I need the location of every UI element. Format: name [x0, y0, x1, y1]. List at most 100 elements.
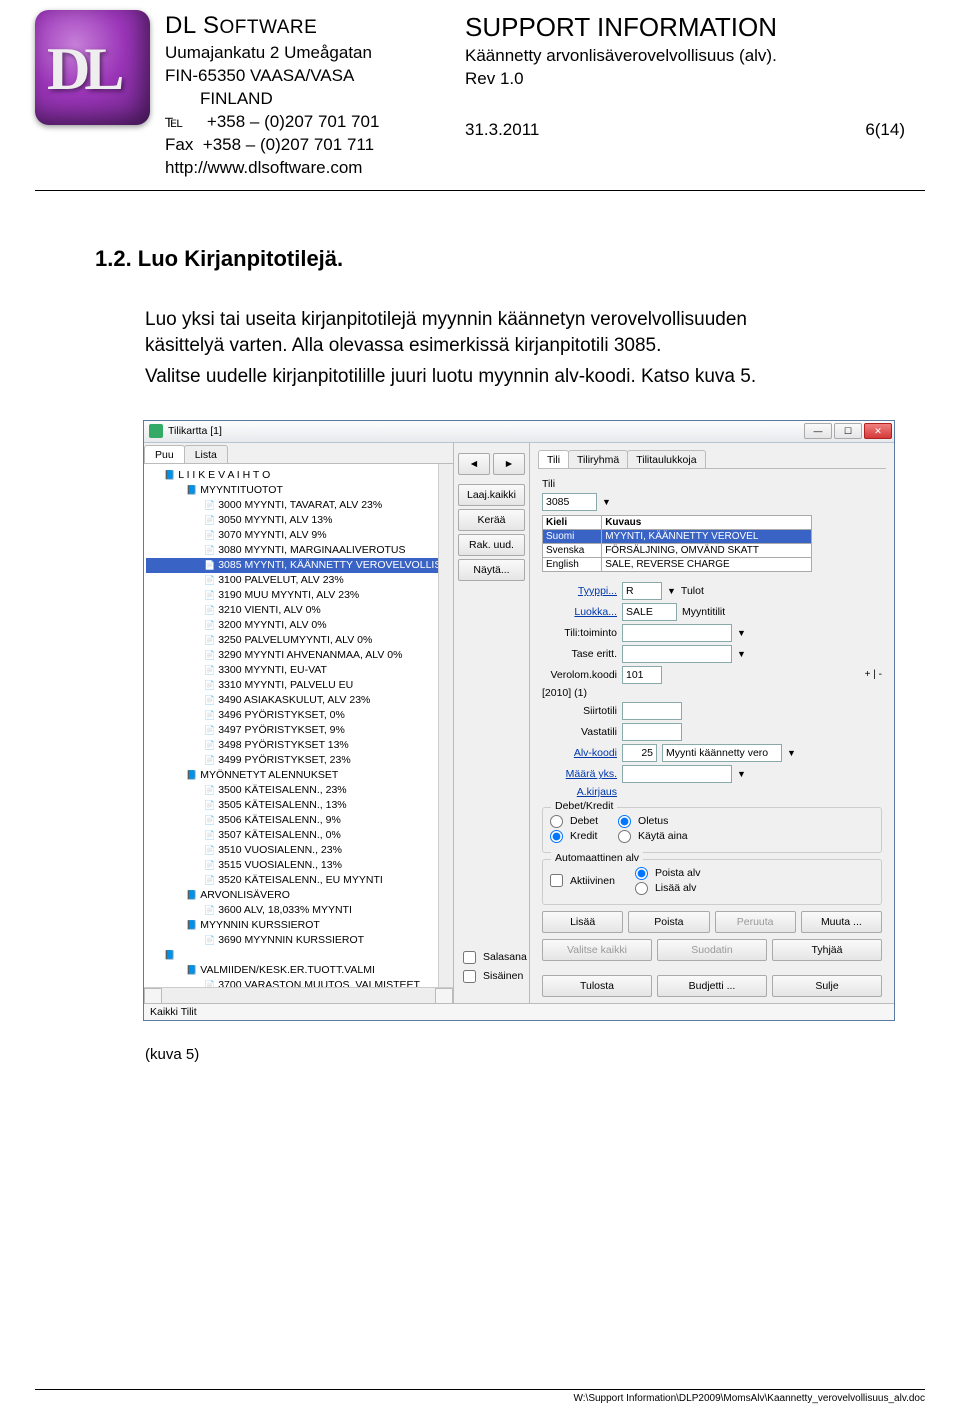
tree-row[interactable]: ARVONLISÄVERO: [146, 888, 451, 903]
tree-row[interactable]: 3498 PYÖRISTYKSET 13%: [146, 738, 451, 753]
tree-row[interactable]: 3500 KÄTEISALENN., 23%: [146, 783, 451, 798]
valitse-kaikki-button[interactable]: Valitse kaikki: [542, 939, 652, 961]
tree-row[interactable]: 3496 PYÖRISTYKSET, 0%: [146, 708, 451, 723]
alvkoodi-input[interactable]: [622, 744, 657, 762]
sisainen-checkbox[interactable]: [463, 970, 476, 983]
tree-row[interactable]: 3290 MYYNTI AHVENANMAA, ALV 0%: [146, 648, 451, 663]
table-row[interactable]: SvenskaFÖRSÄLJNING, OMVÄND SKATT: [543, 543, 812, 557]
lisaa-button[interactable]: Lisää: [542, 911, 623, 933]
aktiivinen-checkbox[interactable]: [550, 874, 563, 887]
maximize-button[interactable]: ☐: [834, 423, 862, 439]
sulje-button[interactable]: Sulje: [772, 975, 882, 997]
tree-row[interactable]: 3690 MYYNNIN KURSSIEROT: [146, 933, 451, 948]
maara-input[interactable]: [622, 765, 732, 783]
muuta-button[interactable]: Muuta ...: [801, 911, 882, 933]
tyhjaa-button[interactable]: Tyhjää: [772, 939, 882, 961]
tree-row[interactable]: 3499 PYÖRISTYKSET, 23%: [146, 753, 451, 768]
table-row[interactable]: SuomiMYYNTI, KÄÄNNETTY VEROVEL: [543, 529, 812, 543]
tree-row[interactable]: MYÖNNETYT ALENNUKSET: [146, 768, 451, 783]
debet-radio[interactable]: [550, 815, 563, 828]
kayta-aina-radio[interactable]: [618, 830, 631, 843]
window-titlebar[interactable]: Tilikartta [1] — ☐ ✕: [144, 421, 894, 443]
tree-row[interactable]: 3490 ASIAKASKULUT, ALV 23%: [146, 693, 451, 708]
tree-row[interactable]: MYYNNIN KURSSIEROT: [146, 918, 451, 933]
tree-row[interactable]: 3200 MYYNTI, ALV 0%: [146, 618, 451, 633]
tree-row[interactable]: [146, 948, 451, 963]
tree-row[interactable]: 3507 KÄTEISALENN., 0%: [146, 828, 451, 843]
tab-tili[interactable]: Tili: [538, 450, 569, 468]
tree-row[interactable]: 3600 ALV, 18,033% MYYNTI: [146, 903, 451, 918]
tree-row[interactable]: L I I K E V A I H T O: [146, 468, 451, 483]
tree-row[interactable]: 3700 VARASTON MUUTOS, VALMISTEET: [146, 978, 451, 987]
minimize-button[interactable]: —: [804, 423, 832, 439]
dropdown-icon[interactable]: ▼: [602, 497, 611, 507]
tyyppi-input[interactable]: [622, 582, 662, 600]
tree-row[interactable]: 3300 MYYNTI, EU-VAT: [146, 663, 451, 678]
dropdown-icon[interactable]: ▼: [737, 628, 746, 638]
poista-button[interactable]: Poista: [628, 911, 709, 933]
table-row[interactable]: EnglishSALE, REVERSE CHARGE: [543, 557, 812, 571]
akirjaus-link[interactable]: A.kirjaus: [542, 786, 617, 798]
tree-row[interactable]: 3100 PALVELUT, ALV 23%: [146, 573, 451, 588]
tree-row[interactable]: MYYNTITUOTOT: [146, 483, 451, 498]
budjetti-button[interactable]: Budjetti ...: [657, 975, 767, 997]
lisaa-alv-label: Lisää alv: [655, 882, 696, 894]
account-tree[interactable]: L I I K E V A I H T OMYYNTITUOTOT3000 MY…: [144, 464, 453, 987]
tree-row[interactable]: 3505 KÄTEISALENN., 13%: [146, 798, 451, 813]
peruuta-button[interactable]: Peruuta: [715, 911, 796, 933]
lisaa-alv-radio[interactable]: [635, 882, 648, 895]
tree-row[interactable]: VALMIIDEN/KESK.ER.TUOTT.VALMI: [146, 963, 451, 978]
prev-button[interactable]: ◄: [458, 453, 490, 475]
tree-row[interactable]: 3050 MYYNTI, ALV 13%: [146, 513, 451, 528]
dropdown-icon[interactable]: ▼: [737, 649, 746, 659]
siirtotili-input[interactable]: [622, 702, 682, 720]
tree-row[interactable]: 3506 KÄTEISALENN., 9%: [146, 813, 451, 828]
alvkoodi-select[interactable]: [662, 744, 782, 762]
alvkoodi-link[interactable]: Alv-koodi: [542, 747, 617, 759]
rebuild-button[interactable]: Rak. uud.: [458, 534, 525, 556]
vastatili-input[interactable]: [622, 723, 682, 741]
next-button[interactable]: ►: [493, 453, 525, 475]
close-button[interactable]: ✕: [864, 423, 892, 439]
tree-row[interactable]: 3080 MYYNTI, MARGINAALIVEROTUS: [146, 543, 451, 558]
verolom-input[interactable]: [622, 666, 662, 684]
maara-link[interactable]: Määrä yks.: [542, 768, 617, 780]
luokka-link[interactable]: Luokka...: [542, 606, 617, 618]
expand-all-button[interactable]: Laaj.kaikki: [458, 484, 525, 506]
tab-lista[interactable]: Lista: [184, 445, 228, 463]
tili-input[interactable]: [542, 493, 597, 511]
tree-row[interactable]: 3497 PYÖRISTYKSET, 9%: [146, 723, 451, 738]
oletus-radio[interactable]: [618, 815, 631, 828]
description-table[interactable]: KieliKuvaus SuomiMYYNTI, KÄÄNNETTY VEROV…: [542, 515, 812, 572]
tab-tiliryhma[interactable]: Tiliryhmä: [568, 450, 628, 468]
tulosta-button[interactable]: Tulosta: [542, 975, 652, 997]
tree-row[interactable]: 3210 VIENTI, ALV 0%: [146, 603, 451, 618]
toiminto-input[interactable]: [622, 624, 732, 642]
suodatin-button[interactable]: Suodatin: [657, 939, 767, 961]
tase-input[interactable]: [622, 645, 732, 663]
show-button[interactable]: Näytä...: [458, 559, 525, 581]
poista-alv-radio[interactable]: [635, 867, 648, 880]
vertical-scrollbar[interactable]: [438, 464, 453, 987]
plus-minus-icon[interactable]: + | -: [865, 669, 882, 680]
dropdown-icon[interactable]: ▼: [737, 769, 746, 779]
tab-tilitaulukkoja[interactable]: Tilitaulukkoja: [627, 450, 705, 468]
kredit-radio[interactable]: [550, 830, 563, 843]
tree-row[interactable]: 3520 KÄTEISALENN., EU MYYNTI: [146, 873, 451, 888]
collapse-button[interactable]: Kerää: [458, 509, 525, 531]
tree-row[interactable]: 3070 MYYNTI, ALV 9%: [146, 528, 451, 543]
dropdown-icon[interactable]: ▼: [667, 586, 676, 596]
luokka-input[interactable]: [622, 603, 677, 621]
horizontal-scrollbar[interactable]: [144, 987, 453, 1003]
tree-row[interactable]: 3190 MUU MYYNTI, ALV 23%: [146, 588, 451, 603]
tree-row[interactable]: 3510 VUOSIALENN., 23%: [146, 843, 451, 858]
tree-row[interactable]: 3250 PALVELUMYYNTI, ALV 0%: [146, 633, 451, 648]
tree-row[interactable]: 3515 VUOSIALENN., 13%: [146, 858, 451, 873]
tree-row[interactable]: 3000 MYYNTI, TAVARAT, ALV 23%: [146, 498, 451, 513]
salasana-checkbox[interactable]: [463, 951, 476, 964]
tyyppi-link[interactable]: Tyyppi...: [542, 585, 617, 597]
dropdown-icon[interactable]: ▼: [787, 748, 796, 758]
tab-puu[interactable]: Puu: [144, 445, 185, 463]
tree-row[interactable]: 3085 MYYNTI, KÄÄNNETTY VEROVELVOLLISUUS: [146, 558, 451, 573]
tree-row[interactable]: 3310 MYYNTI, PALVELU EU: [146, 678, 451, 693]
